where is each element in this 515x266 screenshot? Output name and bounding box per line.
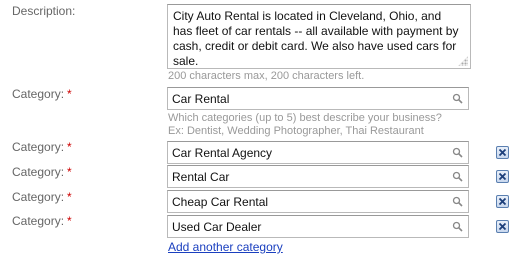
add-category-link[interactable]: Add another category: [168, 240, 283, 254]
char-count-hint: 200 characters max, 200 characters left.: [168, 70, 365, 82]
category-value: Used Car Dealer: [172, 220, 262, 234]
description-textarea[interactable]: City Auto Rental is located in Cleveland…: [167, 4, 471, 69]
remove-x-icon: [498, 197, 507, 206]
category-value: Car Rental: [172, 92, 230, 106]
resize-grip-icon[interactable]: [458, 56, 468, 66]
magnifier-icon[interactable]: [452, 221, 463, 232]
category-label: Category: *: [12, 140, 72, 154]
category-value: Rental Car: [172, 170, 230, 184]
category-input-2[interactable]: Rental Car: [167, 165, 469, 188]
magnifier-icon[interactable]: [452, 93, 463, 104]
category-input-1[interactable]: Car Rental Agency: [167, 141, 469, 164]
magnifier-icon[interactable]: [452, 171, 463, 182]
remove-category-button[interactable]: [496, 146, 509, 159]
required-marker: *: [67, 190, 72, 204]
category-hint-line2: Ex: Dentist, Wedding Photographer, Thai …: [168, 125, 424, 137]
required-marker: *: [67, 214, 72, 228]
category-label: Category: *: [12, 214, 72, 228]
remove-x-icon: [498, 172, 507, 181]
category-label: Category: *: [12, 87, 72, 101]
description-text: City Auto Rental is located in Cleveland…: [173, 9, 459, 68]
category-input-primary[interactable]: Car Rental: [167, 87, 469, 110]
remove-category-button[interactable]: [496, 195, 509, 208]
required-marker: *: [67, 140, 72, 154]
category-label: Category: *: [12, 165, 72, 179]
magnifier-icon[interactable]: [452, 196, 463, 207]
required-marker: *: [67, 165, 72, 179]
category-input-4[interactable]: Used Car Dealer: [167, 215, 469, 238]
description-label: Description:: [12, 4, 76, 18]
required-marker: *: [67, 87, 72, 101]
category-input-3[interactable]: Cheap Car Rental: [167, 190, 469, 213]
category-value: Cheap Car Rental: [172, 195, 269, 209]
remove-x-icon: [498, 148, 507, 157]
remove-category-button[interactable]: [496, 220, 509, 233]
magnifier-icon[interactable]: [452, 147, 463, 158]
category-hint-line1: Which categories (up to 5) best describe…: [168, 112, 442, 124]
category-value: Car Rental Agency: [172, 146, 273, 160]
remove-x-icon: [498, 222, 507, 231]
category-label: Category: *: [12, 190, 72, 204]
remove-category-button[interactable]: [496, 170, 509, 183]
